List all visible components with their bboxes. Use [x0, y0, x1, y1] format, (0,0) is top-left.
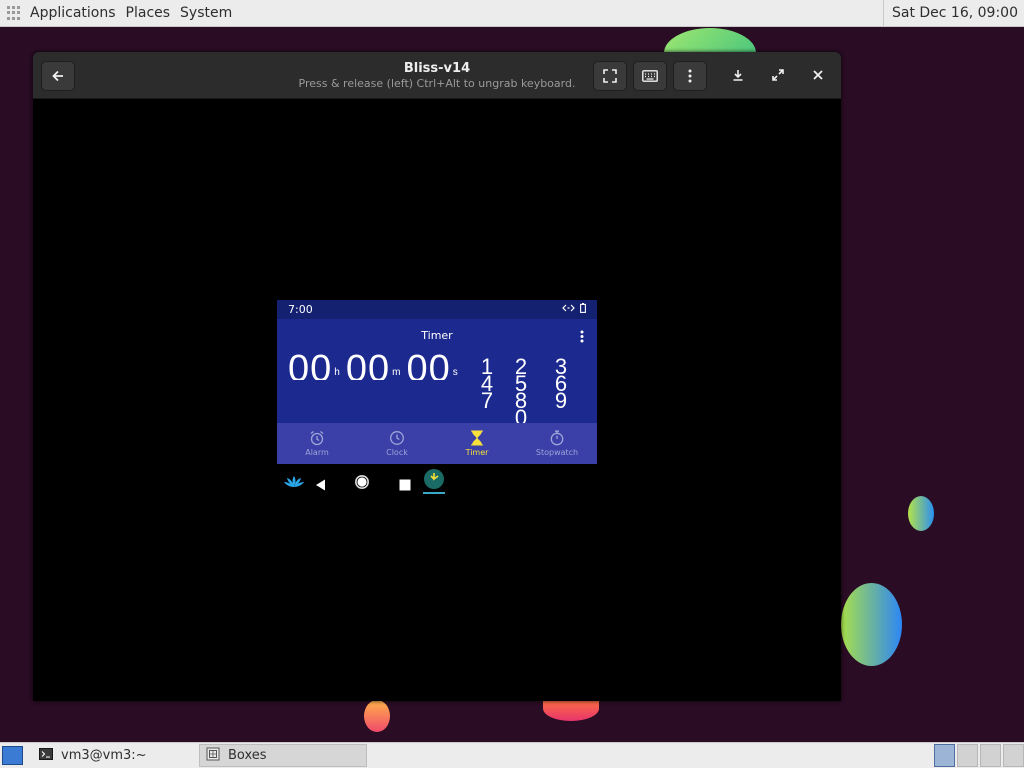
overflow-menu-button[interactable] — [580, 328, 584, 347]
android-screen[interactable]: 7:00 Timer 00 h 00 m 00 s 1 4 7 2 5 8 0 … — [277, 300, 597, 464]
fullscreen-button[interactable] — [593, 61, 627, 91]
back-button[interactable] — [41, 61, 75, 91]
workspace-2[interactable] — [957, 744, 978, 767]
wallpaper-bubble — [364, 700, 390, 732]
menu-system[interactable]: System — [180, 5, 232, 21]
panel-clock[interactable]: Sat Dec 16, 09:00 — [882, 0, 1024, 26]
show-desktop-button[interactable] — [2, 746, 23, 765]
nav-home-icon[interactable] — [354, 474, 370, 494]
tab-timer-label: Timer — [465, 448, 489, 457]
kebab-menu-icon — [580, 330, 584, 343]
download-button[interactable] — [723, 61, 753, 89]
bottom-tab-bar: Alarm Clock Timer Stopwatch — [277, 423, 597, 464]
timer-hours: 00 — [288, 350, 333, 380]
bottom-panel: vm3@vm3:~ Boxes — [0, 742, 1024, 768]
keyboard-button[interactable] — [633, 61, 667, 91]
menu-button[interactable] — [673, 61, 707, 91]
timer-keypad[interactable]: 1 4 7 2 5 8 0 3 6 9 — [473, 358, 583, 424]
terminal-icon — [39, 747, 53, 764]
task-boxes[interactable]: Boxes — [199, 744, 367, 767]
nav-back-icon[interactable] — [315, 476, 326, 495]
tab-clock[interactable]: Clock — [357, 423, 437, 464]
task-terminal-label: vm3@vm3:~ — [61, 748, 147, 763]
ethernet-icon — [562, 304, 575, 312]
android-status-bar: 7:00 — [277, 300, 597, 319]
window-headerbar[interactable]: Bliss-v14 Press & release (left) Ctrl+Al… — [33, 52, 841, 99]
keypad-key[interactable]: 9 — [551, 390, 571, 412]
android-nav-bar — [277, 466, 597, 498]
keypad-key[interactable]: 7 — [477, 390, 497, 412]
nav-recents-icon[interactable] — [399, 476, 411, 495]
maximize-button[interactable] — [763, 61, 793, 89]
task-terminal[interactable]: vm3@vm3:~ — [33, 744, 199, 767]
hourglass-icon — [471, 430, 483, 446]
lotus-launcher-icon[interactable] — [283, 474, 305, 493]
battery-icon — [580, 303, 586, 313]
stopwatch-icon — [550, 430, 564, 446]
status-time: 7:00 — [288, 303, 313, 316]
tab-timer[interactable]: Timer — [437, 423, 517, 464]
back-arrow-icon — [52, 70, 63, 82]
timer-seconds-unit: s — [452, 367, 458, 378]
toolbar-title: Timer — [421, 329, 453, 342]
wallpaper-bubble — [841, 583, 902, 666]
close-icon — [813, 70, 823, 80]
tab-clock-label: Clock — [386, 448, 408, 457]
clock-app-icon[interactable] — [423, 468, 445, 498]
window-subtitle: Press & release (left) Ctrl+Alt to ungra… — [298, 77, 576, 90]
apps-grid-icon[interactable] — [7, 6, 21, 20]
workspace-1[interactable] — [934, 744, 955, 767]
boxes-icon — [206, 747, 220, 765]
keyboard-icon — [642, 70, 658, 82]
clock-icon — [390, 431, 404, 445]
fullscreen-icon — [603, 69, 617, 83]
task-boxes-label: Boxes — [228, 748, 267, 763]
boxes-window: Bliss-v14 Press & release (left) Ctrl+Al… — [33, 52, 841, 701]
panel-clock-label: Sat Dec 16, 09:00 — [891, 5, 1018, 21]
window-title: Bliss-v14 — [403, 61, 471, 76]
wallpaper-bubble — [908, 496, 934, 531]
timer-hours-unit: h — [334, 367, 340, 378]
tab-stopwatch-label: Stopwatch — [535, 448, 579, 457]
top-panel: Applications Places System Sat Dec 16, 0… — [0, 0, 1024, 27]
timer-minutes: 00 — [345, 350, 391, 380]
tab-alarm-label: Alarm — [305, 448, 329, 457]
alarm-icon — [310, 430, 324, 446]
download-icon — [733, 70, 743, 81]
menu-places[interactable]: Places — [126, 5, 171, 21]
keypad-key[interactable]: 0 — [511, 407, 531, 425]
tab-stopwatch[interactable]: Stopwatch — [517, 423, 597, 464]
kebab-menu-icon — [688, 69, 692, 83]
timer-minutes-unit: m — [392, 367, 401, 378]
close-button[interactable] — [803, 61, 833, 89]
tab-alarm[interactable]: Alarm — [277, 423, 357, 464]
workspace-3[interactable] — [980, 744, 1001, 767]
workspace-switcher — [932, 743, 1024, 768]
workspace-4[interactable] — [1003, 744, 1024, 767]
menu-applications[interactable]: Applications — [30, 5, 116, 21]
maximize-icon — [772, 69, 784, 81]
timer-seconds: 00 — [406, 350, 451, 380]
timer-display: 00 h 00 m 00 s — [288, 350, 464, 380]
